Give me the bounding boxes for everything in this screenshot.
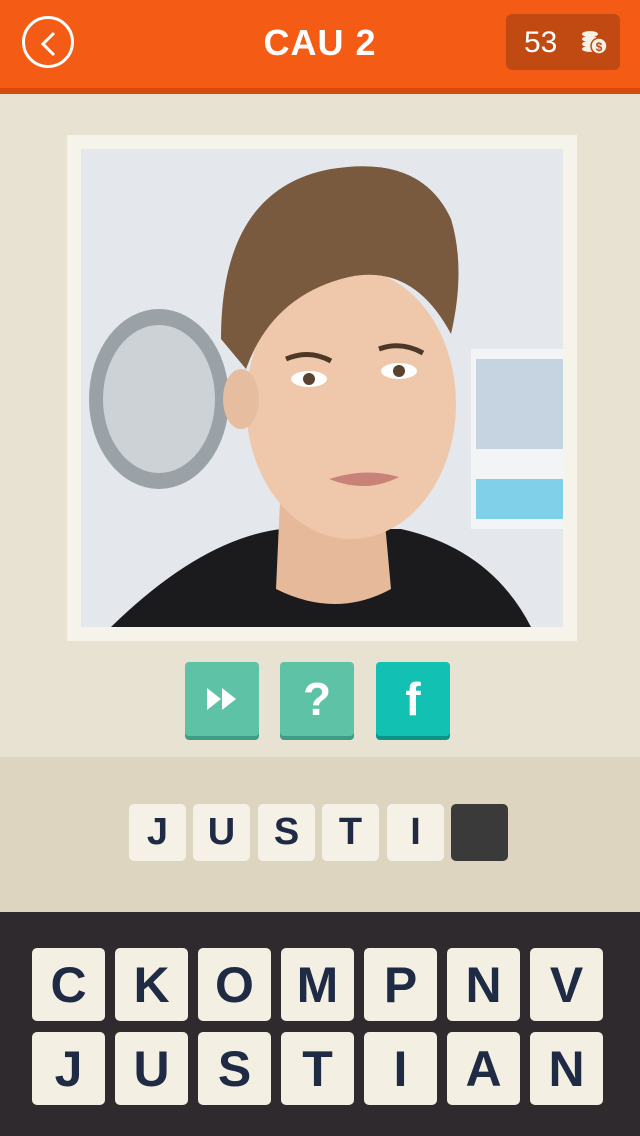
answer-slot-empty[interactable] (451, 804, 508, 861)
letter-key[interactable]: T (281, 1032, 354, 1105)
facebook-share-button[interactable]: f (376, 662, 450, 736)
answer-slot[interactable]: I (387, 804, 444, 861)
letter-key[interactable]: S (198, 1032, 271, 1105)
hint-button[interactable]: ? (280, 662, 354, 736)
letter-key[interactable]: I (364, 1032, 437, 1105)
answer-slot[interactable]: U (193, 804, 250, 861)
letter-key[interactable]: C (32, 948, 105, 1021)
svg-text:$: $ (596, 40, 603, 54)
answer-slot[interactable]: T (322, 804, 379, 861)
answer-area (0, 757, 640, 912)
letter-key[interactable]: K (115, 948, 188, 1021)
letter-key[interactable]: P (364, 948, 437, 1021)
answer-slot[interactable]: S (258, 804, 315, 861)
letter-key[interactable]: U (115, 1032, 188, 1105)
answer-slot[interactable]: J (129, 804, 186, 861)
coin-count: 53 (524, 26, 558, 59)
header-bar: CAU 2 53 $ (0, 0, 640, 94)
letter-key[interactable]: N (530, 1032, 603, 1105)
coins-icon: $ (582, 31, 608, 55)
fast-forward-icon (207, 688, 236, 710)
letter-key[interactable]: N (447, 948, 520, 1021)
letter-key[interactable]: O (198, 948, 271, 1021)
facebook-label: f (405, 673, 421, 725)
hint-label: ? (302, 673, 332, 725)
photo-frame (67, 135, 577, 641)
letter-key[interactable]: J (32, 1032, 105, 1105)
celebrity-photo (81, 149, 563, 627)
letter-key[interactable]: A (447, 1032, 520, 1105)
letter-key[interactable]: M (281, 948, 354, 1021)
letter-keyboard: C K O M P N V J U S T I A N (0, 912, 640, 1136)
coin-counter[interactable]: 53 $ (506, 14, 620, 70)
skip-button[interactable] (185, 662, 259, 736)
letter-key[interactable]: V (530, 948, 603, 1021)
